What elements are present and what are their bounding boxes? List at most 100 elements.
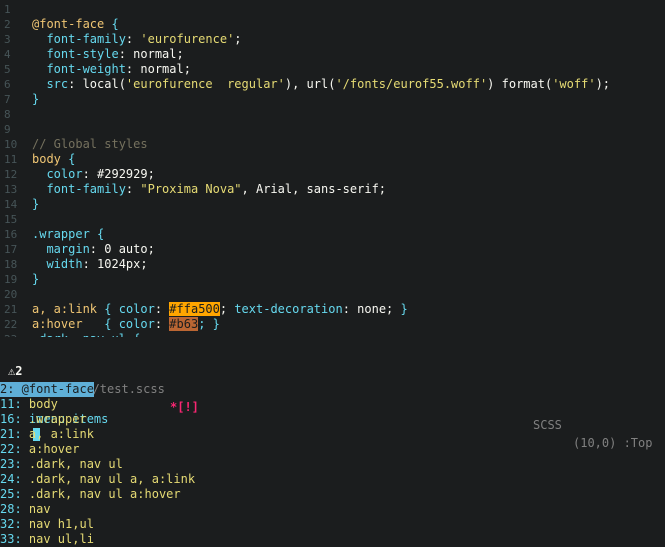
imenu-item-label: body [21, 397, 58, 411]
code-token: #b63 [169, 317, 199, 331]
imenu-item-label: .dark, nav ul a:hover [21, 487, 181, 501]
code-text: font-weight: normal; [32, 62, 191, 76]
code-line[interactable]: 10 // Global styles [0, 137, 665, 152]
code-line[interactable]: 4 font-style: normal; [0, 47, 665, 62]
code-token: .wrapper [32, 227, 90, 241]
imenu-item-line: 16: [0, 412, 22, 426]
code-token: } [32, 92, 40, 106]
line-number: 22 [4, 318, 18, 331]
code-line[interactable]: 1 [0, 2, 665, 17]
line-number: 7 [4, 93, 11, 106]
imenu-item-label: a, a:link [21, 427, 94, 441]
code-line[interactable]: 23.dark, nav ul { [0, 332, 665, 337]
code-token: ; [234, 32, 242, 46]
imenu-item[interactable]: 32: nav h1,ul [0, 517, 94, 532]
code-line[interactable]: 7} [0, 92, 665, 107]
code-line[interactable]: 21 a, a:link { color: #ffa500; text-decor… [0, 302, 665, 317]
code-line[interactable]: 22 a:hover { color: #b63; } [0, 317, 665, 332]
code-token: : normal; [125, 62, 191, 76]
status-bar: ⚠2 Desktop/test.scss *[!] SCSS (10,0) :T… [0, 344, 665, 450]
code-token: : 1024px; [82, 257, 148, 271]
code-editor[interactable]: 1 2 @font-face {3 font-family: 'eurofurenc… [0, 0, 665, 337]
code-token: // Global styles [32, 137, 148, 151]
code-token: margin [32, 242, 90, 256]
code-token: } [400, 302, 408, 316]
code-token: a, a:link [32, 302, 98, 316]
imenu-item[interactable]: 2: @font-face [0, 382, 94, 397]
imenu-item-line: 33: [0, 532, 22, 546]
imenu-item-line: 24: [0, 472, 22, 486]
code-line[interactable]: 18 width: 1024px; [0, 257, 665, 272]
code-token: #ffa500 [169, 302, 220, 316]
code-token: { [82, 317, 119, 331]
code-line[interactable]: 20 [0, 287, 665, 302]
code-token: "Proxima Nova" [140, 182, 242, 196]
code-line[interactable]: 16 .wrapper { [0, 227, 665, 242]
code-text: font-family: "Proxima Nova", Arial, sans… [32, 182, 386, 196]
code-line[interactable]: 11 body { [0, 152, 665, 167]
line-number: 19 [4, 273, 18, 286]
imenu-item[interactable]: 25: .dark, nav ul a:hover [0, 487, 181, 502]
code-line[interactable]: 12 color: #292929; [0, 167, 665, 182]
code-token: .dark, nav ul { [32, 332, 140, 337]
code-token: : normal; [118, 47, 184, 61]
code-line[interactable]: 13 font-family: "Proxima Nova", Arial, s… [0, 182, 665, 197]
code-token: font-family [32, 182, 126, 196]
imenu-item-label: nav h1,ul [21, 517, 94, 531]
code-text: a:hover { color: #b63; } [32, 317, 220, 331]
code-token: { [104, 17, 119, 31]
imenu-item[interactable]: 16: .wrapper [0, 412, 87, 427]
line-number: 21 [4, 303, 18, 316]
imenu-item-label: .dark, nav ul [21, 457, 123, 471]
code-token: : none; [342, 302, 401, 316]
line-number: 11 [4, 153, 18, 166]
imenu-item-line: 23: [0, 457, 22, 471]
code-token: { [97, 302, 119, 316]
imenu-item-line: 11: [0, 397, 22, 411]
imenu-prompt[interactable]: 23 imenu items [0, 367, 108, 441]
line-number: 20 [4, 288, 18, 301]
line-number: 2 [4, 18, 11, 31]
imenu-item[interactable]: 28: nav [0, 502, 51, 517]
code-token: { [60, 152, 76, 166]
line-number: 3 [4, 33, 11, 46]
code-token: 'eurofurence' [140, 32, 235, 46]
code-text: // Global styles [32, 137, 148, 151]
code-text: body { [32, 152, 75, 166]
imenu-item-line: 28: [0, 502, 22, 516]
code-token: : #292929; [82, 167, 155, 181]
imenu-item-label: @font-face [14, 382, 94, 396]
imenu-item[interactable]: 23: .dark, nav ul [0, 457, 123, 472]
code-token: ; } [198, 317, 220, 331]
line-number: 13 [4, 183, 18, 196]
code-token: @font-face [32, 17, 105, 31]
code-line[interactable]: 5 font-weight: normal; [0, 62, 665, 77]
imenu-item[interactable]: 33: nav ul,li [0, 532, 94, 547]
line-number: 6 [4, 78, 11, 91]
code-token: ; [219, 302, 235, 316]
code-line[interactable]: 9 [0, 122, 665, 137]
code-token: font-style [32, 47, 119, 61]
code-text: color: #292929; [32, 167, 155, 181]
code-text: } [32, 272, 39, 286]
code-token: { [89, 227, 105, 241]
imenu-item-line: 2: [0, 382, 15, 396]
code-line[interactable]: 8 [0, 107, 665, 122]
code-line[interactable]: 3 font-family: 'eurofurence'; [0, 32, 665, 47]
code-token: a:hover [32, 317, 83, 331]
code-line[interactable]: 19} [0, 272, 665, 287]
code-line[interactable]: 14} [0, 197, 665, 212]
code-text: a, a:link { color: #ffa500; text-decorat… [32, 302, 408, 316]
imenu-item[interactable]: 11: body [0, 397, 58, 412]
imenu-item[interactable]: 22: a:hover [0, 442, 79, 457]
code-line[interactable]: 2 @font-face { [0, 17, 665, 32]
code-token: text-decoration [234, 302, 343, 316]
code-token: : [154, 302, 170, 316]
code-token: src [32, 77, 69, 91]
code-line[interactable]: 6 src: local('eurofurence regular'), url… [0, 77, 665, 92]
imenu-item[interactable]: 24: .dark, nav ul a, a:link [0, 472, 195, 487]
code-line[interactable]: 17 margin: 0 auto; [0, 242, 665, 257]
code-line[interactable]: 15 [0, 212, 665, 227]
imenu-item[interactable]: 21: a, a:link [0, 427, 94, 442]
code-text: width: 1024px; [32, 257, 148, 271]
